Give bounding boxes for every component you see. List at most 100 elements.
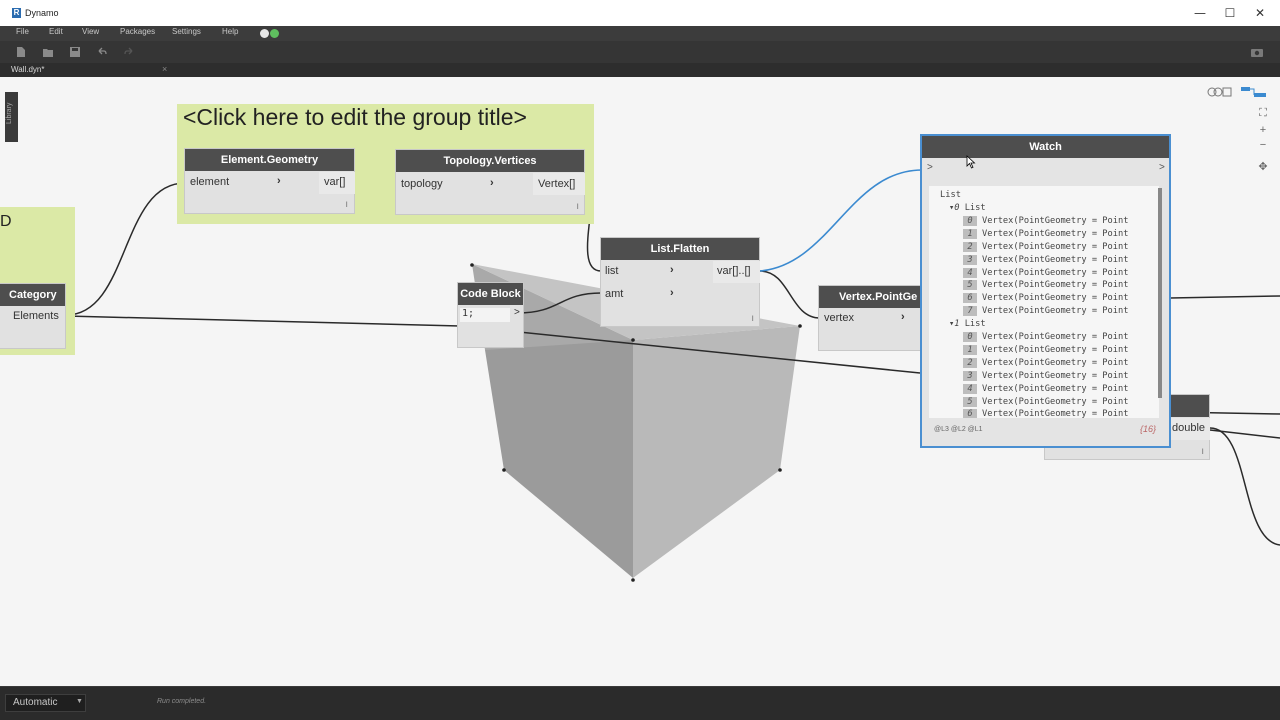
save-icon[interactable] xyxy=(70,47,80,57)
input-port-list[interactable]: list xyxy=(605,265,618,277)
output-port[interactable]: > xyxy=(514,307,520,318)
input-port[interactable]: > xyxy=(927,162,933,173)
watch-list-item[interactable]: 3 Vertex(PointGeometry = Point xyxy=(963,370,1128,381)
watch-list-item[interactable]: 0 Vertex(PointGeometry = Point xyxy=(963,332,1128,342)
watch-list-item[interactable]: 5 Vertex(PointGeometry = Point xyxy=(963,396,1128,407)
notification-toggle-icon[interactable] xyxy=(260,29,280,38)
menu-packages[interactable]: Packages xyxy=(120,27,155,36)
item-index: 0 xyxy=(963,215,977,226)
node-list-flatten[interactable]: List.Flatten list › amt › var[]..[] l xyxy=(600,237,760,327)
item-value: Vertex(PointGeometry = Point xyxy=(982,241,1129,252)
wire-category-to-element-geometry xyxy=(65,182,186,316)
dynamo-window: R Dynamo — ☐ ✕ File Edit View Packages S… xyxy=(0,0,1280,720)
node-element-geometry[interactable]: Element.Geometry element › var[] l xyxy=(184,148,355,214)
watch-scrollbar[interactable] xyxy=(1158,188,1162,398)
watch-list-item[interactable]: 4 Vertex(PointGeometry = Point xyxy=(963,267,1128,278)
menu-view[interactable]: View xyxy=(82,27,99,36)
watch-root-label: List xyxy=(940,190,961,200)
input-port-topology[interactable]: topology xyxy=(401,178,443,190)
watch-list-item[interactable]: 1 Vertex(PointGeometry = Point xyxy=(963,344,1129,355)
window-title: Dynamo xyxy=(25,8,59,18)
item-index: 2 xyxy=(963,357,977,368)
redo-icon[interactable] xyxy=(124,47,134,57)
menu-settings[interactable]: Settings xyxy=(172,27,201,36)
item-index: 2 xyxy=(963,241,977,252)
watch-list-item[interactable]: 6 Vertex(PointGeometry = Point xyxy=(963,293,1128,304)
watch-sublist-header[interactable]: ▾1 List xyxy=(949,319,986,329)
open-file-icon[interactable] xyxy=(43,47,53,57)
item-count: {16} xyxy=(1140,424,1157,434)
wire-flatten-to-vertex xyxy=(759,270,821,319)
zoom-in-icon[interactable]: + xyxy=(1257,124,1269,136)
wall-face-front xyxy=(485,340,633,578)
input-port-vertex[interactable]: vertex xyxy=(824,312,854,324)
watch-list-item[interactable]: 2 Vertex(PointGeometry = Point xyxy=(963,241,1129,252)
watch-list-item[interactable]: 3 Vertex(PointGeometry = Point xyxy=(963,254,1129,265)
code-editor[interactable]: 1; xyxy=(460,308,510,322)
item-value: Vertex(PointGeometry = Point xyxy=(982,344,1129,355)
output-port-elements[interactable]: Elements xyxy=(13,310,59,322)
graph-view-toggle-icon[interactable] xyxy=(1240,86,1268,98)
menu-file[interactable]: File xyxy=(16,27,29,36)
menu-edit[interactable]: Edit xyxy=(49,27,63,36)
group-title[interactable]: <Click here to edit the group title> xyxy=(183,104,527,131)
status-bar: Automatic ▼ Run completed. xyxy=(0,686,1280,720)
sublist-label: List xyxy=(964,203,986,213)
tab-wall-dyn[interactable]: Wall.dyn* × xyxy=(0,63,175,77)
watch-list-view[interactable]: List ▾0 List 0 Vertex(PointGeometry = Poin… xyxy=(929,186,1159,418)
maximize-button[interactable]: ☐ xyxy=(1223,6,1237,20)
node-title: Element.Geometry xyxy=(185,149,354,171)
geometry-view-toggle-icon[interactable] xyxy=(1206,86,1232,98)
item-value: Vertex(PointGeometry = Point xyxy=(982,306,1129,317)
watch-list-item[interactable]: 2 Vertex(PointGeometry = Point xyxy=(963,357,1129,368)
code-text: 1; xyxy=(462,308,475,319)
zoom-out-icon[interactable]: − xyxy=(1257,139,1269,151)
tab-close-icon[interactable]: × xyxy=(162,64,167,74)
wire-right-1 xyxy=(1169,295,1280,299)
watch-sublist-header[interactable]: ▾0 List xyxy=(949,203,986,213)
node-title: Category xyxy=(0,284,65,306)
run-mode-select[interactable]: Automatic ▼ xyxy=(5,694,86,712)
node-code-block[interactable]: Code Block 1; > xyxy=(457,282,524,348)
watch-list-item[interactable]: 7 Vertex(PointGeometry = Point xyxy=(963,306,1129,317)
library-panel-tab[interactable]: Library xyxy=(5,92,18,142)
minimize-button[interactable]: — xyxy=(1193,6,1207,20)
item-index: 5 xyxy=(963,280,977,291)
watch-list-item[interactable]: 0 Vertex(PointGeometry = Point xyxy=(963,215,1128,226)
node-footer: l xyxy=(577,204,579,211)
item-value: Vertex(PointGeometry = Point xyxy=(982,254,1129,265)
input-arrow-icon: › xyxy=(670,264,674,276)
input-port-element[interactable]: element xyxy=(190,176,229,188)
undo-icon[interactable] xyxy=(97,47,107,57)
graph-canvas[interactable]: Library D <Click here to edit the group … xyxy=(0,77,1280,686)
watch-list-item[interactable]: 1 Vertex(PointGeometry = Point xyxy=(963,228,1128,239)
node-topology-vertices[interactable]: Topology.Vertices topology › Vertex[] l xyxy=(395,149,585,215)
output-port-double[interactable]: double xyxy=(1172,422,1205,434)
item-value: Vertex(PointGeometry = Point xyxy=(982,357,1129,368)
pan-icon[interactable]: ✥ xyxy=(1257,160,1269,173)
node-title: Code Block xyxy=(458,283,523,305)
output-port[interactable]: > xyxy=(1159,162,1165,173)
menu-help[interactable]: Help xyxy=(222,27,238,36)
output-port-vertex[interactable]: Vertex[] xyxy=(538,178,575,190)
close-button[interactable]: ✕ xyxy=(1253,6,1267,20)
library-label: Library xyxy=(6,102,13,124)
node-footer: l xyxy=(346,202,348,209)
sublist-label: List xyxy=(964,319,986,330)
node-category[interactable]: Category Elements xyxy=(0,283,66,349)
node-title: Vertex.PointGe xyxy=(819,286,927,308)
watch-list-item[interactable]: 5 Vertex(PointGeometry = Point xyxy=(963,280,1128,291)
output-port-var[interactable]: var[] xyxy=(324,176,345,188)
chevron-down-icon: ▼ xyxy=(76,698,83,705)
item-index: 5 xyxy=(963,396,977,407)
new-file-icon[interactable] xyxy=(16,47,26,57)
camera-icon[interactable] xyxy=(1251,47,1263,57)
watch-list-item[interactable]: 6 Vertex(PointGeometry = Point xyxy=(963,409,1128,418)
node-watch[interactable]: Watch > > List ▾0 List 0 Vertex(PointGeome… xyxy=(920,134,1171,448)
item-value: Vertex(PointGeometry = Point xyxy=(982,332,1129,342)
input-port-amt[interactable]: amt xyxy=(605,288,623,300)
zoom-fit-icon[interactable]: ⛶ xyxy=(1257,107,1269,120)
node-vertex-point-geometry[interactable]: Vertex.PointGe vertex › xyxy=(818,285,928,351)
output-port-var[interactable]: var[]..[] xyxy=(717,265,751,277)
watch-list-item[interactable]: 4 Vertex(PointGeometry = Point xyxy=(963,383,1128,394)
